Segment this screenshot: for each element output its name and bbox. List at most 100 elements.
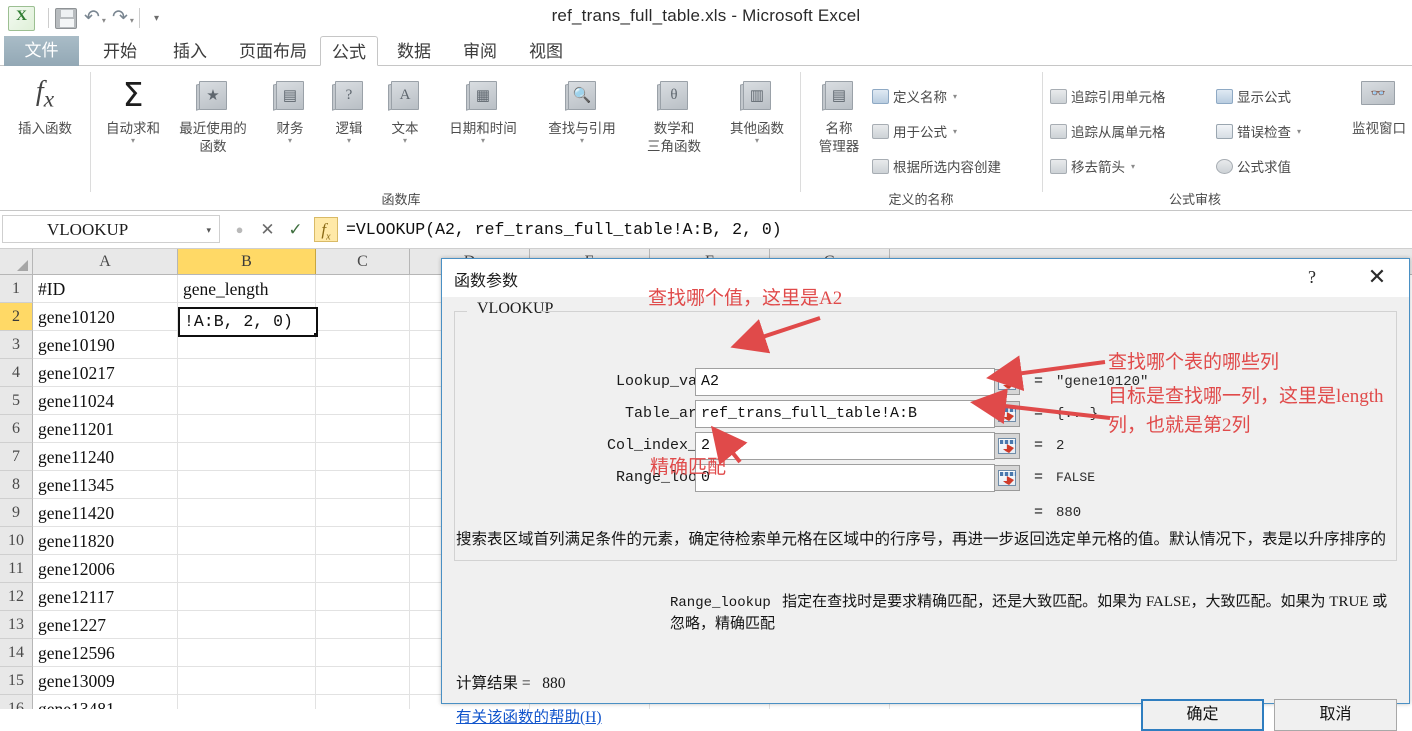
active-cell-b2[interactable]: !A:B, 2, 0) (178, 307, 318, 337)
row-header[interactable]: 11 (0, 555, 33, 583)
lookup-reference-button[interactable]: 🔍 查找与引用 ▾ (534, 72, 630, 145)
cell-c[interactable] (316, 639, 410, 667)
range-selector-col-index-num[interactable] (994, 433, 1020, 459)
create-from-selection-command[interactable]: 根据所选内容创建 (872, 156, 1001, 176)
column-header-b[interactable]: B (178, 249, 316, 274)
column-header-a[interactable]: A (33, 249, 178, 274)
use-in-formula-command[interactable]: 用于公式 ▾ (872, 121, 957, 141)
cell-a[interactable]: gene11420 (33, 499, 178, 527)
cell-c[interactable] (316, 303, 410, 331)
autosum-button[interactable]: Σ 自动求和 ▾ (96, 72, 170, 146)
chevron-down-icon-datetime[interactable]: ▾ (434, 136, 532, 145)
help-icon[interactable]: ? (1297, 262, 1327, 292)
cell-c[interactable] (316, 331, 410, 359)
evaluate-formula-command[interactable]: 公式求值 (1216, 156, 1291, 176)
row-header[interactable]: 2 (0, 303, 33, 331)
cell-c[interactable] (316, 415, 410, 443)
chevron-down-icon[interactable]: ▾ (96, 136, 170, 145)
cell-a[interactable]: gene10190 (33, 331, 178, 359)
cell-b[interactable] (178, 415, 316, 443)
chevron-down-icon-more[interactable]: ▾ (718, 136, 796, 145)
chevron-down-icon-name-box[interactable]: ▾ (206, 216, 211, 244)
fx-insert-function-button[interactable]: fx (314, 217, 338, 242)
chevron-down-icon-remove-arrows[interactable]: ▾ (1131, 162, 1135, 171)
arg-input-range-lookup[interactable]: 0 (695, 464, 995, 492)
row-header[interactable]: 14 (0, 639, 33, 667)
define-name-command[interactable]: 定义名称 ▾ (872, 86, 957, 106)
cell-a[interactable]: gene13481 (33, 695, 178, 709)
cell-a[interactable]: gene10217 (33, 359, 178, 387)
insert-function-button[interactable]: fx 插入函数 (6, 72, 84, 136)
watch-window-button[interactable]: 👓 监视窗口 (1346, 72, 1412, 136)
cell-c[interactable] (316, 611, 410, 639)
cell-c[interactable] (316, 695, 410, 709)
cell-b[interactable] (178, 499, 316, 527)
text-button[interactable]: A 文本 ▾ (378, 72, 432, 145)
cell-c[interactable] (316, 387, 410, 415)
recently-used-button[interactable]: ★ 最近使用的 函数 (174, 72, 252, 154)
row-header[interactable]: 6 (0, 415, 33, 443)
name-box[interactable]: VLOOKUP ▾ (2, 215, 220, 243)
row-header[interactable]: 10 (0, 527, 33, 555)
cell-a[interactable]: gene12596 (33, 639, 178, 667)
tab-insert[interactable]: 插入 (160, 36, 220, 66)
trace-dependents-command[interactable]: 追踪从属单元格 (1050, 121, 1166, 141)
cell-a[interactable]: gene1227 (33, 611, 178, 639)
range-selector-range-lookup[interactable] (994, 465, 1020, 491)
row-header[interactable]: 5 (0, 387, 33, 415)
cell-b[interactable] (178, 387, 316, 415)
cell-a[interactable]: gene11820 (33, 527, 178, 555)
cell-b[interactable] (178, 667, 316, 695)
trace-precedents-command[interactable]: 追踪引用单元格 (1050, 86, 1166, 106)
cell-c[interactable] (316, 583, 410, 611)
row-header[interactable]: 8 (0, 471, 33, 499)
tab-data[interactable]: 数据 (384, 36, 444, 66)
cell-b[interactable] (178, 583, 316, 611)
cell-b[interactable] (178, 471, 316, 499)
row-header[interactable]: 16 (0, 695, 33, 709)
chevron-down-icon-logical[interactable]: ▾ (322, 136, 376, 145)
arg-input-col-index-num[interactable]: 2 (695, 432, 995, 460)
more-functions-button[interactable]: ▥ 其他函数 ▾ (718, 72, 796, 145)
function-help-link[interactable]: 有关该函数的帮助(H) (456, 705, 602, 727)
cell-b[interactable] (178, 527, 316, 555)
chevron-down-icon-error-checking[interactable]: ▾ (1297, 127, 1301, 136)
formula-input[interactable]: =VLOOKUP(A2, ref_trans_full_table!A:B, 2… (342, 215, 1410, 244)
ok-button[interactable]: 确定 (1141, 699, 1264, 731)
close-icon[interactable]: ✕ (1355, 262, 1399, 292)
show-formulas-command[interactable]: 显示公式 (1216, 86, 1291, 106)
date-time-button[interactable]: ▦ 日期和时间 ▾ (434, 72, 532, 145)
range-selector-lookup-value[interactable] (994, 369, 1020, 395)
cell-a[interactable]: gene13009 (33, 667, 178, 695)
cell-a[interactable]: gene10120 (33, 303, 178, 331)
row-header[interactable]: 13 (0, 611, 33, 639)
tab-home[interactable]: 开始 (90, 36, 150, 66)
arg-input-table-array[interactable]: ref_trans_full_table!A:B (695, 400, 995, 428)
chevron-down-icon-text[interactable]: ▾ (378, 136, 432, 145)
tab-formulas[interactable]: 公式 (320, 36, 378, 66)
remove-arrows-command[interactable]: 移去箭头 ▾ (1050, 156, 1135, 176)
cancel-button[interactable]: 取消 (1274, 699, 1397, 731)
cell-b[interactable] (178, 359, 316, 387)
cell-b[interactable] (178, 639, 316, 667)
row-header[interactable]: 12 (0, 583, 33, 611)
cancel-formula-button[interactable]: ✕ (258, 217, 277, 243)
row-header[interactable]: 9 (0, 499, 33, 527)
name-manager-button[interactable]: ▤ 名称 管理器 (806, 72, 872, 154)
cell-b[interactable] (178, 695, 316, 709)
cell-a[interactable]: gene11240 (33, 443, 178, 471)
row-header[interactable]: 3 (0, 331, 33, 359)
error-checking-command[interactable]: 错误检查 ▾ (1216, 121, 1301, 141)
select-all-corner[interactable] (0, 249, 33, 274)
logical-button[interactable]: ? 逻辑 ▾ (322, 72, 376, 145)
range-selector-table-array[interactable] (994, 401, 1020, 427)
cell-a[interactable]: gene12006 (33, 555, 178, 583)
row-header[interactable]: 7 (0, 443, 33, 471)
cell-c[interactable] (316, 499, 410, 527)
chevron-down-icon-define-name[interactable]: ▾ (953, 92, 957, 101)
cell-c[interactable] (316, 527, 410, 555)
math-trig-button[interactable]: θ 数学和 三角函数 (632, 72, 716, 154)
cell-a[interactable]: gene11345 (33, 471, 178, 499)
tab-file[interactable]: 文件 (4, 36, 79, 66)
cell-b[interactable]: gene_length (178, 275, 316, 303)
